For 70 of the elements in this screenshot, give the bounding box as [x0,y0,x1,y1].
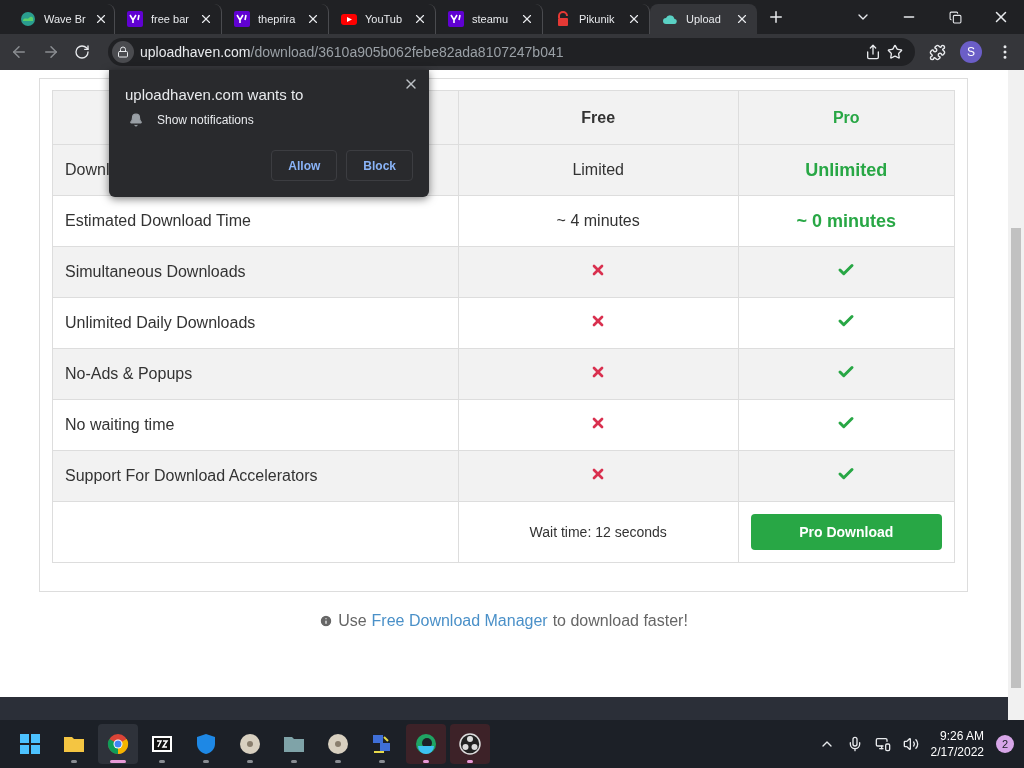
tab-title: YouTub [365,13,404,25]
table-cell: ~ 0 minutes [738,195,955,247]
yahoo-icon [127,11,143,27]
back-icon[interactable] [10,43,28,61]
note-text: to download faster! [552,612,688,630]
address-bar[interactable]: uploadhaven.com/download/3610a905b062febe82ada8107247b041 [108,38,915,66]
permission-text: Show notifications [157,113,254,127]
lock-icon[interactable] [112,41,134,63]
browser-tab[interactable]: Upload [650,4,757,34]
tab-title: free bar [151,13,190,25]
play-icon [341,11,357,27]
close-icon[interactable] [627,12,641,26]
tab-title: Upload [686,13,722,25]
table-cell: ~ 4 minutes [458,195,738,247]
info-icon [319,614,334,628]
url-text: uploadhaven.com/download/3610a905b062febe82ada8107247b041 [140,44,565,60]
close-icon[interactable] [306,12,320,26]
scrollbar[interactable] [1008,70,1024,720]
close-icon[interactable] [199,12,213,26]
column-header: Free [458,90,738,145]
block-button[interactable]: Block [346,150,413,181]
obs-icon [458,732,482,756]
taskbar-app[interactable] [98,724,138,764]
feature-cell: Unlimited Daily Downloads [52,297,459,349]
close-icon[interactable] [413,12,427,26]
download-manager-link[interactable]: Free Download Manager [371,612,548,630]
clock[interactable]: 9:26 AM 2/17/2022 [930,728,984,760]
disc-icon [238,732,262,756]
taskbar-app[interactable] [450,724,490,764]
popup-title: uploadhaven.com wants to [125,86,305,103]
puzzle-icon[interactable] [929,43,946,61]
padlock-icon [555,11,571,27]
network-icon[interactable] [874,736,891,752]
taskbar-app[interactable] [406,724,446,764]
note-text: Use [338,612,367,630]
tab-title: theprira [258,13,297,25]
feature-cell: Support For Download Accelerators [52,450,459,502]
tab-title: steamu [472,13,510,25]
table-cell: Unlimited [738,144,955,196]
date-text: 2/17/2022 [930,744,984,760]
wave-icon [20,11,36,27]
notification-badge[interactable]: 2 [996,735,1014,753]
time-text: 9:26 AM [939,728,984,744]
feature-cell: Simultaneous Downloads [52,246,459,298]
forward-icon[interactable] [42,43,60,61]
edge-icon [414,732,438,756]
wait-time: Wait time: 12 seconds [458,501,738,563]
bell-icon [129,113,143,127]
reload-icon[interactable] [74,44,90,60]
column-header: Pro [738,90,955,145]
tab-title: Pikunik [579,13,616,25]
windows-icon [18,732,42,756]
feature-cell: No waiting time [52,399,459,451]
table-cell: Limited [458,144,738,196]
scroll-thumb[interactable] [1011,228,1021,688]
chrome-icon [106,732,130,756]
new-tab-icon[interactable] [767,8,785,26]
yahoo-icon [448,11,464,27]
yahoo-icon [234,11,250,27]
share-icon[interactable] [865,44,881,60]
speaker-icon[interactable] [902,736,919,752]
feature-cell: No-Ads & Popups [52,348,459,400]
tab-title: Wave Br [44,13,86,25]
star-icon[interactable] [887,44,903,60]
close-icon[interactable] [735,12,749,26]
allow-button[interactable]: Allow [271,150,338,181]
profile-avatar[interactable]: S [960,41,982,63]
disc-icon [326,732,350,756]
shield-icon [194,732,218,756]
close-icon[interactable] [520,12,534,26]
